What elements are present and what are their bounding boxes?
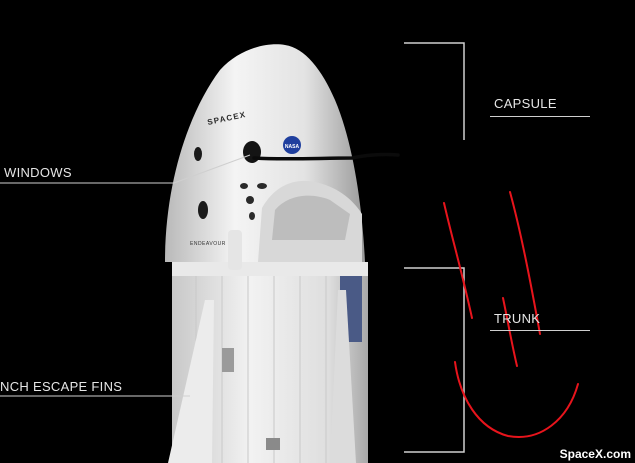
window [249, 212, 255, 220]
capsule-bracket [404, 42, 465, 140]
capsule-name: ENDEAVOUR [190, 241, 226, 247]
window [194, 147, 202, 161]
capsule-label: CAPSULE [494, 96, 557, 111]
window [257, 183, 267, 189]
trunk-underline [490, 330, 590, 331]
nasa-logo-text: NASA [285, 144, 300, 150]
escape-fins-label: NCH ESCAPE FINS [0, 379, 123, 394]
window [246, 196, 254, 204]
window [198, 201, 208, 219]
source-credit: SpaceX.com [559, 447, 631, 461]
capsule-underline [490, 116, 590, 117]
trunk-bracket [404, 267, 465, 453]
window [240, 183, 248, 189]
windows-label: WINDOWS [4, 165, 72, 180]
trunk-label: TRUNK [494, 311, 541, 326]
